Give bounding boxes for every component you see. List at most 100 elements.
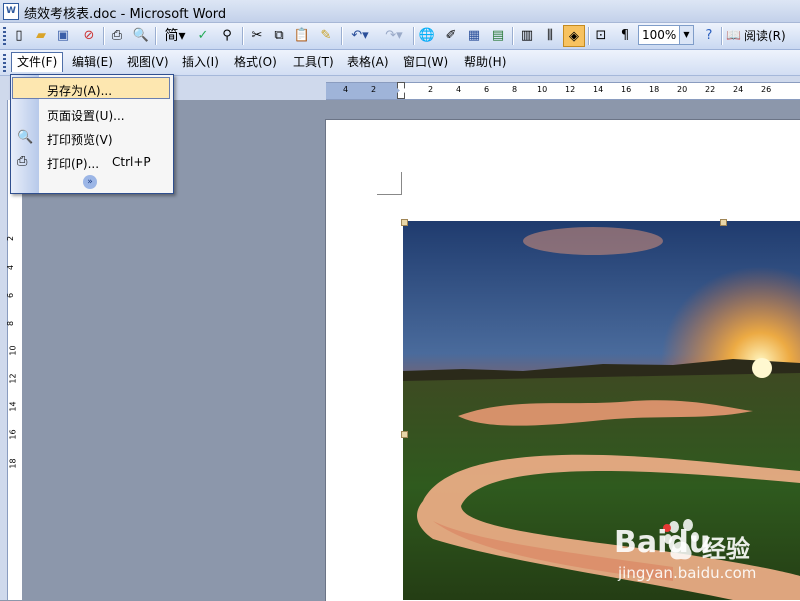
menu-item-label: 页面设置(U)... xyxy=(47,109,125,123)
ruler-number: 14 xyxy=(8,401,18,412)
print-icon: ⎙ xyxy=(17,154,28,169)
copy-icon[interactable]: ⧉ xyxy=(270,26,288,44)
ruler-number: 16 xyxy=(621,85,632,94)
ruler-number: 16 xyxy=(8,429,18,440)
expand-menu-icon[interactable]: » xyxy=(83,175,97,189)
menu-item-print-preview[interactable]: 🔍 打印预览(V) xyxy=(12,127,170,149)
redo-icon[interactable]: ↷▾ xyxy=(380,26,408,44)
print-preview-icon[interactable]: 🔍 xyxy=(132,26,150,44)
baidu-jingyan-watermark: Baidu 经验 jingyan.baidu.com xyxy=(612,517,800,587)
insert-table-icon[interactable]: ▦ xyxy=(465,26,483,44)
toolbar-separator xyxy=(413,27,415,45)
toolbar-separator xyxy=(721,27,723,45)
ruler-number: 18 xyxy=(8,458,18,469)
horizontal-ruler[interactable]: 4 2 2 4 6 8 10 12 14 16 18 20 22 24 26 xyxy=(326,82,800,100)
thumbnail-icon[interactable]: ⊡ xyxy=(592,26,610,44)
ruler-number: 4 xyxy=(456,85,462,94)
resize-handle[interactable] xyxy=(401,431,408,438)
print-icon[interactable]: ⎙ xyxy=(108,26,126,44)
format-painter-icon[interactable]: ✎ xyxy=(317,26,335,44)
ruler-number: 12 xyxy=(565,85,576,94)
menu-item-save-as[interactable]: 另存为(A)... xyxy=(12,77,170,99)
read-button[interactable]: 📖 阅读(R) xyxy=(726,25,794,45)
simplified-traditional-icon[interactable]: 简▾ xyxy=(161,26,189,44)
ruler-number: 10 xyxy=(537,85,548,94)
columns-icon[interactable]: ▥ xyxy=(518,26,536,44)
print-preview-icon: 🔍 xyxy=(17,130,34,145)
new-doc-icon[interactable]: ▯ xyxy=(10,26,28,44)
menu-view[interactable]: 视图(V) xyxy=(122,53,174,72)
menu-format[interactable]: 格式(O) xyxy=(229,53,282,72)
ruler-number: 12 xyxy=(8,373,18,384)
ruler-number: 26 xyxy=(761,85,772,94)
chevron-down-icon[interactable]: ▼ xyxy=(679,26,693,44)
menu-bar: 文件(F) 编辑(E) 视图(V) 插入(I) 格式(O) 工具(T) 表格(A… xyxy=(0,50,800,76)
toolbar-separator xyxy=(341,27,343,45)
word-doc-icon[interactable]: W xyxy=(3,3,19,20)
ruler-number: 22 xyxy=(705,85,716,94)
menu-tools[interactable]: 工具(T) xyxy=(288,53,339,72)
ruler-number: 2 xyxy=(371,85,377,94)
resize-handle[interactable] xyxy=(401,219,408,226)
ruler-number: 24 xyxy=(733,85,744,94)
research-icon[interactable]: ⚲ xyxy=(218,26,236,44)
toolbar-separator xyxy=(512,27,514,45)
ruler-number: 20 xyxy=(677,85,688,94)
standard-toolbar: ▯ ▰ ▣ ⊘ ⎙ 🔍 简▾ ✓ ⚲ ✂ ⧉ 📋 ✎ ↶▾ ↷▾ 🌐 ✐ ▦ ▤… xyxy=(0,23,800,50)
menubar-grip[interactable] xyxy=(3,54,6,72)
file-menu-dropdown: 另存为(A)... 页面设置(U)... 🔍 打印预览(V) ⎙ 打印(P)..… xyxy=(10,74,174,194)
toolbar-separator xyxy=(242,27,244,45)
tables-borders-icon[interactable]: ✐ xyxy=(442,26,460,44)
ruler-number: 4 xyxy=(343,85,349,94)
ruler-number: 4 xyxy=(6,264,16,271)
menu-item-label: 打印预览(V) xyxy=(47,133,113,147)
ruler-number: 8 xyxy=(512,85,518,94)
open-icon[interactable]: ▰ xyxy=(32,26,50,44)
menu-file[interactable]: 文件(F) xyxy=(11,52,64,72)
ruler-number: 2 xyxy=(6,235,16,242)
undo-icon[interactable]: ↶▾ xyxy=(346,26,374,44)
save-icon[interactable]: ▣ xyxy=(54,26,72,44)
margin-corner-mark xyxy=(377,172,402,195)
zoom-select[interactable]: 100% ▼ xyxy=(638,25,694,45)
menu-window[interactable]: 窗口(W) xyxy=(398,53,453,72)
help-icon[interactable]: ? xyxy=(700,26,718,44)
toolbar-separator xyxy=(155,27,157,45)
menu-item-page-setup[interactable]: 页面设置(U)... xyxy=(12,103,170,125)
document-map-icon[interactable]: ◈ xyxy=(563,25,585,47)
ruler-number: 18 xyxy=(649,85,660,94)
cut-icon[interactable]: ✂ xyxy=(248,26,266,44)
toolbar-separator xyxy=(588,27,590,45)
menu-help[interactable]: 帮助(H) xyxy=(459,53,511,72)
ruler-number: 14 xyxy=(593,85,604,94)
resize-handle[interactable] xyxy=(720,219,727,226)
permission-icon[interactable]: ⊘ xyxy=(80,26,98,44)
title-bar: W 绩效考核表.doc - Microsoft Word xyxy=(0,0,800,23)
menu-edit[interactable]: 编辑(E) xyxy=(67,53,118,72)
toolbar-separator xyxy=(103,27,105,45)
ruler-number: 10 xyxy=(8,345,18,356)
read-label: 阅读(R) xyxy=(743,28,786,43)
menu-item-shortcut: Ctrl+P xyxy=(112,155,151,169)
ruler-left-margin xyxy=(326,83,402,99)
menu-insert[interactable]: 插入(I) xyxy=(177,53,224,72)
show-hide-icon[interactable]: ¶ xyxy=(616,26,634,44)
ruler-number: 2 xyxy=(428,85,434,94)
hyperlink-icon[interactable]: 🌐 xyxy=(418,26,436,44)
drawing-icon[interactable]: ⫼ xyxy=(541,26,559,44)
watermark-suffix: 经验 xyxy=(702,535,750,563)
menu-item-label: 打印(P)... xyxy=(47,157,100,171)
menu-table[interactable]: 表格(A) xyxy=(342,53,394,72)
zoom-value: 100% xyxy=(642,28,677,42)
insert-excel-icon[interactable]: ▤ xyxy=(489,26,507,44)
menu-item-print[interactable]: ⎙ 打印(P)... Ctrl+P xyxy=(12,151,170,173)
window-title: 绩效考核表.doc - Microsoft Word xyxy=(24,7,227,22)
toolbar-grip[interactable] xyxy=(3,27,6,45)
book-icon: 📖 xyxy=(726,28,741,42)
ruler-number: 8 xyxy=(6,320,16,327)
watermark-brand: Baidu xyxy=(614,525,710,560)
menu-item-label: 另存为(A)... xyxy=(47,84,113,98)
watermark-brand-text: Baidu xyxy=(614,525,711,560)
paste-icon[interactable]: 📋 xyxy=(293,26,311,44)
spelling-icon[interactable]: ✓ xyxy=(194,26,212,44)
